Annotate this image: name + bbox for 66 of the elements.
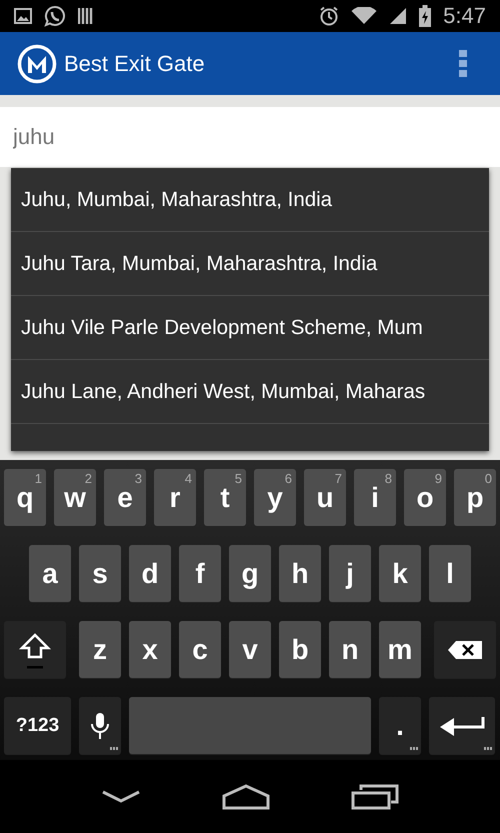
keyboard-key[interactable]: v <box>229 621 271 678</box>
enter-icon <box>439 714 485 736</box>
more-options-icon <box>410 747 418 750</box>
keyboard-key[interactable]: j <box>329 545 371 602</box>
keyboard-key[interactable]: q 1 <box>4 469 46 526</box>
more-options-icon <box>110 747 118 750</box>
home-icon[interactable] <box>222 784 270 810</box>
keyboard-key[interactable]: d <box>129 545 171 602</box>
keyboard-key[interactable]: w 2 <box>54 469 96 526</box>
keyboard-key[interactable]: c <box>179 621 221 678</box>
keyboard-key[interactable]: o 9 <box>404 469 446 526</box>
battery-icon <box>419 5 432 27</box>
back-icon[interactable] <box>100 788 141 804</box>
keyboard-key[interactable]: i 8 <box>354 469 396 526</box>
key-hint: 7 <box>334 471 342 486</box>
keyboard-key[interactable]: f <box>179 545 221 602</box>
key-hint: 9 <box>434 471 442 486</box>
keyboard-key[interactable]: b <box>279 621 321 678</box>
suggestion-item[interactable]: Juhu Tara, Mumbai, Maharashtra, India <box>11 232 489 296</box>
key-hint: 5 <box>234 471 242 486</box>
microphone-icon <box>90 712 110 740</box>
alarm-clock-icon <box>319 6 340 26</box>
keyboard-key[interactable]: n <box>329 621 371 678</box>
voice-key[interactable] <box>79 697 121 754</box>
suggestion-item[interactable]: Juhu Vile Parle Development Scheme, Mum <box>11 296 489 360</box>
app-title: Best Exit Gate <box>64 50 206 76</box>
keyboard-key[interactable]: x <box>129 621 171 678</box>
period-key[interactable]: . <box>379 697 421 754</box>
keyboard-key[interactable]: u 7 <box>304 469 346 526</box>
keyboard-key[interactable]: e 3 <box>104 469 146 526</box>
wifi-icon <box>351 7 378 25</box>
keyboard-key[interactable]: g <box>229 545 271 602</box>
keyboard-key[interactable]: p 0 <box>454 469 496 526</box>
key-hint: 4 <box>184 471 192 486</box>
keyboard-key[interactable]: r 4 <box>154 469 196 526</box>
status-time: 5:47 <box>443 3 486 29</box>
key-hint: 2 <box>84 471 92 486</box>
keyboard-key[interactable]: z <box>79 621 121 678</box>
keyboard-key[interactable]: m <box>379 621 421 678</box>
key-hint: 0 <box>484 471 492 486</box>
suggestion-item[interactable]: Juhu Lane, Andheri West, Mumbai, Maharas <box>11 360 489 424</box>
keyboard-key[interactable]: l <box>429 545 471 602</box>
key-hint: 3 <box>134 471 142 486</box>
menu-icon[interactable] <box>459 50 467 78</box>
chat-bubble-icon <box>44 5 66 27</box>
keyboard-key[interactable]: y 6 <box>254 469 296 526</box>
key-hint: 6 <box>284 471 292 486</box>
logo-icon <box>17 44 57 84</box>
bars-icon <box>78 7 94 25</box>
keyboard-key[interactable]: s <box>79 545 121 602</box>
keyboard-key[interactable]: a <box>29 545 71 602</box>
backspace-icon <box>447 640 483 660</box>
shift-key[interactable] <box>4 621 66 678</box>
keyboard-key[interactable]: t 5 <box>204 469 246 526</box>
image-icon <box>14 8 32 24</box>
key-hint: 8 <box>384 471 392 486</box>
symbols-key[interactable]: ?123 <box>4 697 71 754</box>
signal-icon <box>389 7 408 25</box>
recent-apps-icon[interactable] <box>351 784 400 810</box>
keyboard-key[interactable]: k <box>379 545 421 602</box>
enter-key[interactable] <box>429 697 495 754</box>
key-hint: 1 <box>34 471 42 486</box>
delete-key[interactable] <box>434 621 496 678</box>
more-options-icon <box>484 747 492 750</box>
keyboard-key[interactable]: h <box>279 545 321 602</box>
suggestion-item[interactable]: Juhu, Mumbai, Maharashtra, India <box>11 168 489 232</box>
